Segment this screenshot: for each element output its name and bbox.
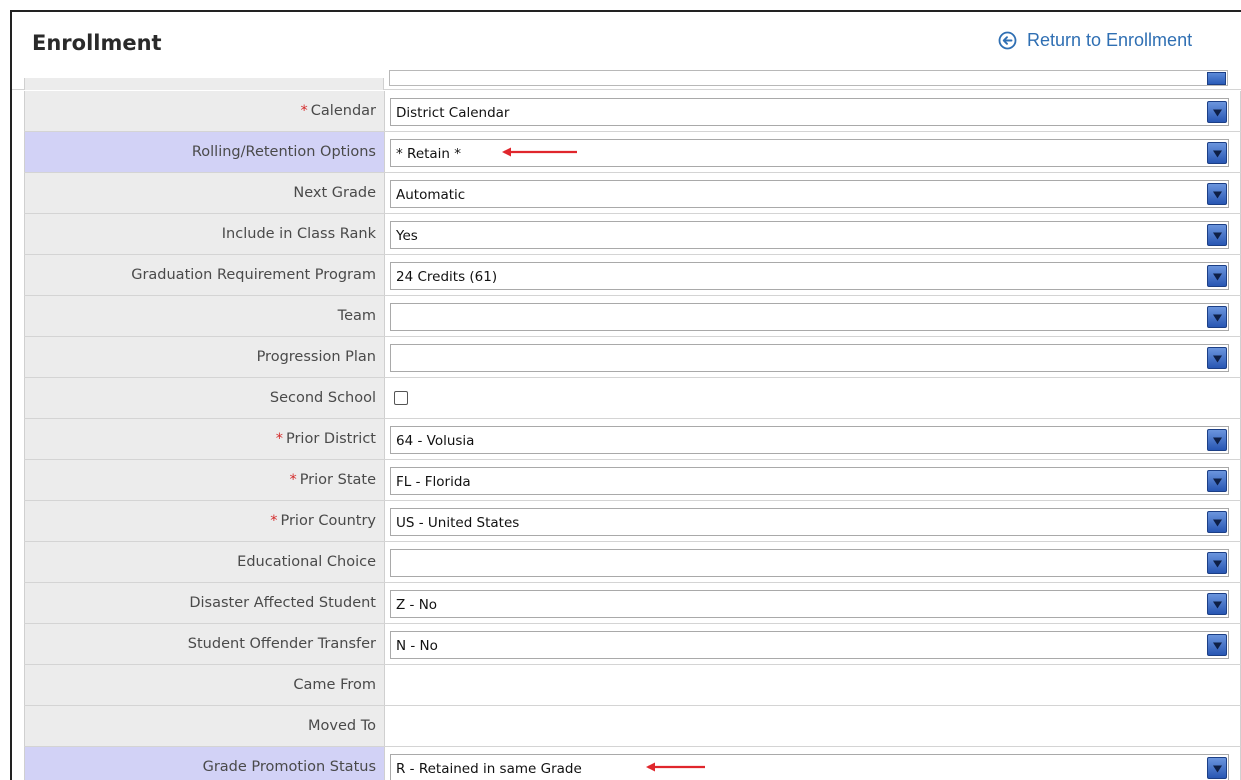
came-from-value: [385, 665, 1241, 705]
educational-choice-dropdown[interactable]: [390, 549, 1229, 577]
dropdown-arrow-icon: [1207, 634, 1227, 656]
return-link-label: Return to Enrollment: [1027, 30, 1193, 50]
grade-promotion-status-label: Grade Promotion Status: [24, 747, 385, 780]
required-marker: *: [300, 103, 308, 119]
dropdown-value: * Retain *: [396, 146, 462, 162]
field-row-next-grade: Next Grade Automatic: [24, 173, 1241, 214]
dropdown-arrow-icon: [1207, 347, 1227, 369]
rolling-retention-dropdown[interactable]: * Retain *: [390, 139, 1229, 167]
field-row-graduation-program: Graduation Requirement Program 24 Credit…: [24, 255, 1241, 296]
field-row-came-from: Came From: [24, 665, 1241, 706]
rolling-retention-label: Rolling/Retention Options: [24, 132, 385, 172]
dropdown-value: District Calendar: [396, 105, 510, 121]
progression-plan-label: Progression Plan: [24, 337, 385, 377]
panel-header: Enrollment Return to Enrollment: [12, 12, 1241, 78]
partial-dropdown[interactable]: [389, 70, 1228, 86]
dropdown-arrow-icon: [1207, 224, 1227, 246]
partial-row-above: [12, 70, 1241, 90]
dropdown-arrow-icon: [1207, 511, 1227, 533]
dropdown-value: 64 - Volusia: [396, 433, 475, 449]
field-row-educational-choice: Educational Choice: [24, 542, 1241, 583]
field-row-calendar: * Calendar District Calendar: [24, 91, 1241, 132]
required-marker: *: [275, 431, 283, 447]
field-row-prior-district: * Prior District 64 - Volusia: [24, 419, 1241, 460]
dropdown-arrow-icon: [1207, 72, 1226, 85]
calendar-dropdown[interactable]: District Calendar: [390, 98, 1229, 126]
prior-state-dropdown[interactable]: FL - Florida: [390, 467, 1229, 495]
dropdown-arrow-icon: [1207, 306, 1227, 328]
graduation-program-dropdown[interactable]: 24 Credits (61): [390, 262, 1229, 290]
offender-transfer-dropdown[interactable]: N - No: [390, 631, 1229, 659]
dropdown-value: FL - Florida: [396, 474, 471, 490]
prior-district-dropdown[interactable]: 64 - Volusia: [390, 426, 1229, 454]
field-row-class-rank: Include in Class Rank Yes: [24, 214, 1241, 255]
field-row-prior-country: * Prior Country US - United States: [24, 501, 1241, 542]
second-school-label: Second School: [24, 378, 385, 418]
return-to-enrollment-link[interactable]: Return to Enrollment: [998, 30, 1192, 51]
disaster-affected-label: Disaster Affected Student: [24, 583, 385, 623]
dropdown-arrow-icon: [1207, 552, 1227, 574]
dropdown-value: 24 Credits (61): [396, 269, 498, 285]
graduation-program-label: Graduation Requirement Program: [24, 255, 385, 295]
field-row-second-school: Second School: [24, 378, 1241, 419]
field-row-rolling-retention: Rolling/Retention Options * Retain *: [24, 132, 1241, 173]
field-row-team: Team: [24, 296, 1241, 337]
calendar-label: * Calendar: [24, 91, 385, 131]
field-row-progression-plan: Progression Plan: [24, 337, 1241, 378]
team-dropdown[interactable]: [390, 303, 1229, 331]
field-row-prior-state: * Prior State FL - Florida: [24, 460, 1241, 501]
class-rank-dropdown[interactable]: Yes: [390, 221, 1229, 249]
field-row-offender-transfer: Student Offender Transfer N - No: [24, 624, 1241, 665]
next-grade-dropdown[interactable]: Automatic: [390, 180, 1229, 208]
dropdown-value: US - United States: [396, 515, 520, 531]
prior-country-dropdown[interactable]: US - United States: [390, 508, 1229, 536]
prior-country-label: * Prior Country: [24, 501, 385, 541]
dropdown-value: R - Retained in same Grade: [396, 761, 582, 777]
dropdown-arrow-icon: [1207, 183, 1227, 205]
second-school-checkbox[interactable]: [394, 391, 408, 405]
page-title: Enrollment: [32, 31, 162, 55]
prior-district-label: * Prior District: [24, 419, 385, 459]
dropdown-arrow-icon: [1207, 101, 1227, 123]
team-label: Team: [24, 296, 385, 336]
disaster-affected-dropdown[interactable]: Z - No: [390, 590, 1229, 618]
dropdown-arrow-icon: [1207, 429, 1227, 451]
class-rank-label: Include in Class Rank: [24, 214, 385, 254]
required-marker: *: [270, 513, 278, 529]
progression-plan-dropdown[interactable]: [390, 344, 1229, 372]
moved-to-value: [385, 706, 1241, 746]
dropdown-arrow-icon: [1207, 142, 1227, 164]
enrollment-form: * Calendar District Calendar Rolling/Rete…: [24, 91, 1241, 780]
dropdown-arrow-icon: [1207, 593, 1227, 615]
field-row-disaster-affected: Disaster Affected Student Z - No: [24, 583, 1241, 624]
field-row-moved-to: Moved To: [24, 706, 1241, 747]
came-from-label: Came From: [24, 665, 385, 705]
dropdown-value: Yes: [396, 228, 418, 244]
dropdown-value: Z - No: [396, 597, 438, 613]
dropdown-value: N - No: [396, 638, 438, 654]
educational-choice-label: Educational Choice: [24, 542, 385, 582]
next-grade-label: Next Grade: [24, 173, 385, 213]
enrollment-panel: Enrollment Return to Enrollment * Calenda…: [10, 10, 1241, 780]
offender-transfer-label: Student Offender Transfer: [24, 624, 385, 664]
moved-to-label: Moved To: [24, 706, 385, 746]
dropdown-value: Automatic: [396, 187, 466, 203]
prior-state-label: * Prior State: [24, 460, 385, 500]
grade-promotion-status-dropdown[interactable]: R - Retained in same Grade: [390, 754, 1229, 780]
dropdown-arrow-icon: [1207, 265, 1227, 287]
circle-arrow-left-icon: [998, 31, 1017, 50]
dropdown-arrow-icon: [1207, 470, 1227, 492]
partial-label-cell: [24, 78, 384, 90]
dropdown-arrow-icon: [1207, 757, 1227, 779]
field-row-grade-promotion-status: Grade Promotion Status R - Retained in s…: [24, 747, 1241, 780]
required-marker: *: [289, 472, 297, 488]
